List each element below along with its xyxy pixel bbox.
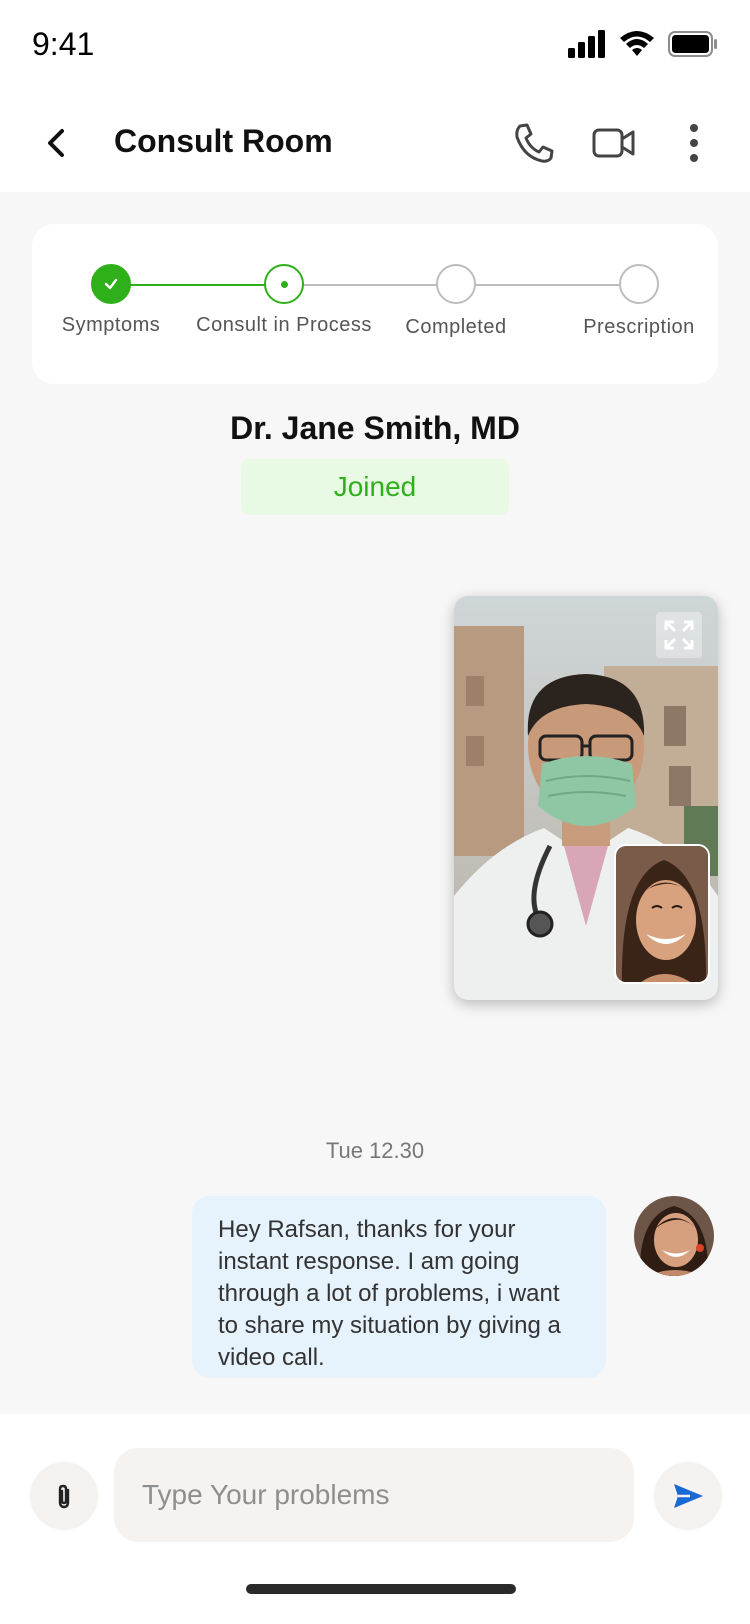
doctor-name: Dr. Jane Smith, MD <box>230 410 520 446</box>
chat-timestamp: Tue 12.30 <box>325 1138 425 1163</box>
patient-video-feed <box>616 846 708 982</box>
step-label-completed: Completed <box>405 316 507 338</box>
app-header: Consult Room <box>0 95 750 192</box>
step-label-prescription: Prescription <box>583 316 695 338</box>
video-call-preview[interactable] <box>454 596 718 1000</box>
phone-icon[interactable] <box>510 119 558 167</box>
wifi-icon <box>620 31 654 56</box>
paperclip-icon <box>58 1484 70 1509</box>
send-button[interactable] <box>654 1462 722 1530</box>
consult-progress-stepper: Symptoms Consult in Process Completed Pr… <box>32 224 718 384</box>
patient-avatar-image <box>634 1196 714 1276</box>
current-step-dot <box>280 280 288 288</box>
chat-message-bubble: Hey Rafsan, thanks for your instant resp… <box>192 1196 606 1378</box>
status-badge: Joined <box>241 459 509 515</box>
back-arrow-icon[interactable] <box>38 123 78 163</box>
status-bar: 9:41 <box>0 0 750 95</box>
more-options-icon[interactable] <box>670 119 718 167</box>
page-title: Consult Room <box>114 123 333 159</box>
step-completed-indicator <box>436 264 476 304</box>
step-prescription-indicator <box>619 264 659 304</box>
avatar[interactable] <box>634 1196 714 1276</box>
checkmark-icon <box>104 278 118 290</box>
battery-icon <box>668 31 717 57</box>
video-call-icon[interactable] <box>590 119 638 167</box>
step-label-consult: Consult in Process <box>196 314 372 336</box>
step-consult-indicator <box>264 264 304 304</box>
fullscreen-icon <box>664 620 694 650</box>
expand-video-button[interactable] <box>656 612 702 658</box>
status-time: 9:41 <box>32 26 95 62</box>
signal-icon <box>568 30 605 58</box>
step-label-symptoms: Symptoms <box>61 314 161 336</box>
send-icon <box>674 1484 703 1508</box>
message-input[interactable] <box>114 1448 634 1542</box>
self-view-video[interactable] <box>614 844 710 984</box>
message-composer <box>0 1414 750 1624</box>
home-indicator <box>246 1584 516 1594</box>
step-symptoms-indicator <box>91 264 131 304</box>
status-icons <box>568 30 718 58</box>
attach-button[interactable] <box>30 1462 98 1530</box>
